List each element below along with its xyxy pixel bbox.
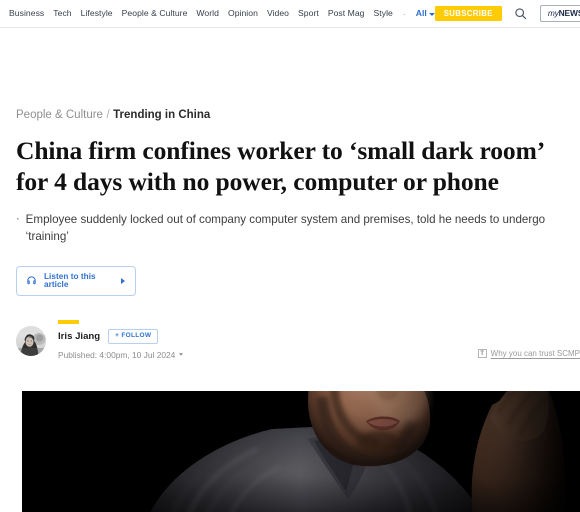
nav-item-all[interactable]: All — [416, 9, 435, 18]
author-name[interactable]: Iris Jiang — [58, 331, 100, 342]
search-icon[interactable] — [514, 7, 528, 21]
chevron-down-icon[interactable] — [179, 353, 184, 357]
nav-item-post-mag[interactable]: Post Mag — [328, 9, 365, 18]
nav-item-opinion[interactable]: Opinion — [228, 9, 258, 18]
play-icon — [121, 277, 125, 284]
nav-item-lifestyle[interactable]: Lifestyle — [81, 9, 113, 18]
nav-item-people-culture[interactable]: People & Culture — [122, 9, 188, 18]
breadcrumb-separator: / — [106, 109, 110, 121]
listen-to-article-button[interactable]: Listen to this article — [16, 265, 136, 297]
page-title: China firm confines worker to ‘small dar… — [16, 135, 544, 197]
mynews-my-label: my — [547, 8, 559, 19]
nav-item-world[interactable]: World — [196, 9, 219, 18]
published-date-label: Published: 4:00pm, 10 Jul 2024 — [58, 349, 176, 360]
nav-item-video[interactable]: Video — [267, 9, 289, 18]
summary-text: Employee suddenly locked out of company … — [25, 212, 546, 243]
listen-button-label: Listen to this article — [44, 271, 96, 289]
avatar-image — [16, 326, 46, 357]
why-trust-scmp-link[interactable]: T Why you can trust SCMP — [477, 348, 580, 359]
trust-badge-icon: T — [477, 349, 487, 359]
nav-links-group: Business Tech Lifestyle People & Culture… — [9, 9, 435, 19]
mynews-news-label: NEWS — [558, 8, 580, 19]
mynews-button[interactable]: myNEWS — [539, 4, 580, 23]
headphones-icon — [26, 275, 37, 286]
author-row: Iris Jiang + FOLLOW — [58, 329, 183, 344]
nav-all-label: All — [415, 8, 427, 19]
nav-separator: - — [402, 8, 406, 19]
breadcrumb-section[interactable]: People & Culture — [16, 109, 103, 122]
breadcrumb-current[interactable]: Trending in China — [113, 109, 210, 122]
hero-image-graphic — [22, 391, 580, 512]
avatar[interactable] — [16, 326, 46, 357]
nav-actions-group: SUBSCRIBE myNEWS — [434, 4, 580, 23]
hero-image — [22, 391, 580, 512]
why-trust-scmp-label: Why you can trust SCMP — [490, 348, 580, 358]
breadcrumb: People & Culture / Trending in China — [16, 109, 564, 122]
nav-item-business[interactable]: Business — [9, 9, 44, 18]
follow-button[interactable]: + FOLLOW — [108, 329, 159, 344]
byline: Iris Jiang + FOLLOW Published: 4:00pm, 1… — [16, 320, 580, 362]
article-summary: · Employee suddenly locked out of compan… — [16, 211, 556, 245]
byline-body: Iris Jiang + FOLLOW Published: 4:00pm, 1… — [58, 320, 184, 360]
top-navigation-bar: Business Tech Lifestyle People & Culture… — [0, 0, 580, 28]
subscribe-button[interactable]: SUBSCRIBE — [434, 5, 502, 22]
nav-item-style[interactable]: Style — [374, 9, 393, 18]
nav-item-sport[interactable]: Sport — [298, 9, 319, 18]
summary-bullet-icon: · — [16, 212, 20, 225]
published-date: Published: 4:00pm, 10 Jul 2024 — [58, 349, 184, 360]
byline-accent-bar — [58, 320, 79, 325]
nav-item-tech[interactable]: Tech — [53, 9, 71, 18]
article-container: People & Culture / Trending in China Chi… — [0, 109, 580, 362]
